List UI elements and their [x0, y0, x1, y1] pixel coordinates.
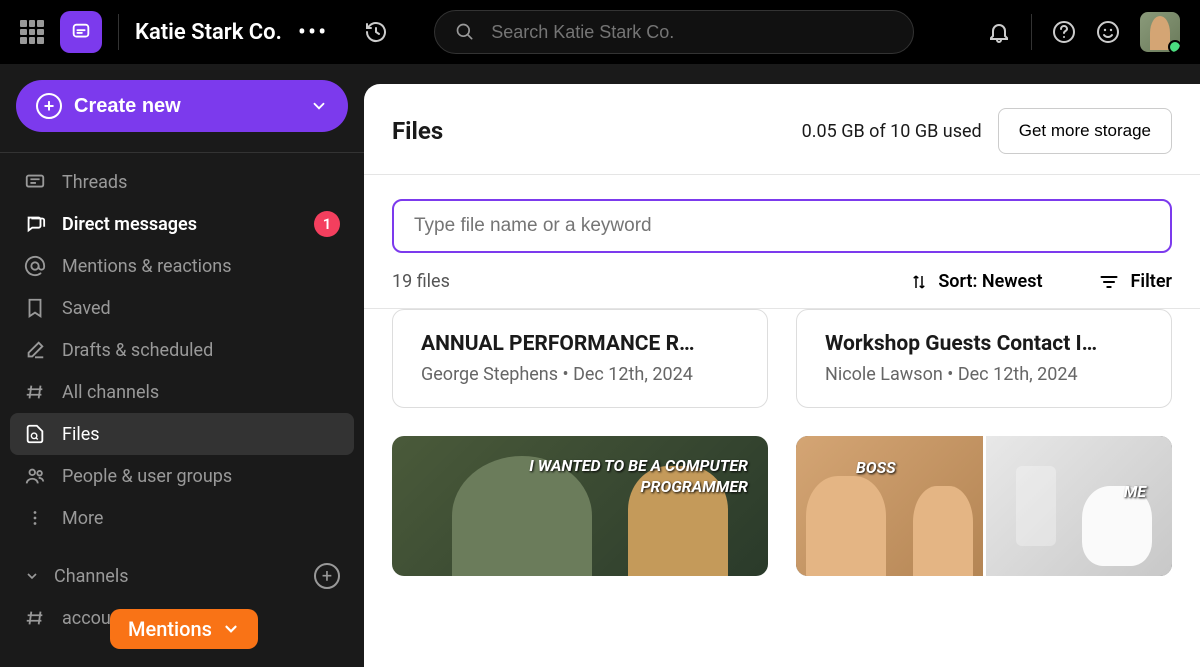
sidebar-item-drafts[interactable]: Drafts & scheduled: [0, 329, 364, 371]
chevron-down-icon: [310, 97, 328, 115]
file-title: ANNUAL PERFORMANCE R…: [421, 332, 739, 356]
more-icon: [24, 507, 46, 529]
app-logo[interactable]: [60, 11, 102, 53]
sidebar-item-more[interactable]: More: [0, 497, 364, 539]
emoji-icon[interactable]: [1096, 20, 1120, 44]
filter-label: Filter: [1131, 271, 1172, 292]
sidebar-item-files[interactable]: Files: [10, 413, 354, 455]
files-grid: ANNUAL PERFORMANCE R… George Stephens • …: [364, 309, 1200, 596]
header-divider: [118, 14, 119, 50]
global-search[interactable]: [434, 10, 914, 54]
filter-control[interactable]: Filter: [1099, 271, 1172, 292]
at-icon: [24, 255, 46, 277]
files-toolbar: 19 files Sort: Newest Filter: [364, 271, 1200, 309]
add-channel-button[interactable]: +: [314, 563, 340, 589]
file-count: 19 files: [392, 271, 450, 292]
hash-icon: [24, 607, 46, 629]
mentions-tag-label: Mentions: [128, 617, 212, 641]
sidebar-item-threads[interactable]: Threads: [0, 161, 364, 203]
sort-icon: [910, 273, 928, 291]
apps-grid-icon[interactable]: [20, 20, 44, 44]
help-icon[interactable]: [1052, 20, 1076, 44]
sidebar-item-mentions[interactable]: Mentions & reactions: [0, 245, 364, 287]
files-icon: [24, 423, 46, 445]
draft-icon: [24, 339, 46, 361]
channels-label: Channels: [54, 566, 129, 587]
sidebar-item-saved[interactable]: Saved: [0, 287, 364, 329]
file-card[interactable]: Workshop Guests Contact I… Nicole Lawson…: [796, 309, 1172, 408]
nav-label: Threads: [62, 172, 127, 193]
search-icon: [455, 22, 475, 42]
chevron-down-icon: [222, 620, 240, 638]
filter-icon: [1099, 272, 1119, 292]
file-card[interactable]: ANNUAL PERFORMANCE R… George Stephens • …: [392, 309, 768, 408]
dm-badge: 1: [314, 211, 340, 237]
nav-label: Saved: [62, 298, 111, 319]
nav-label: Direct messages: [62, 214, 197, 235]
header-divider: [1031, 14, 1032, 50]
status-indicator: [1168, 40, 1180, 52]
file-title: Workshop Guests Contact I…: [825, 332, 1143, 356]
image-label: BOSS: [856, 458, 896, 477]
file-meta: George Stephens • Dec 12th, 2024: [421, 364, 739, 385]
channels-icon: [24, 381, 46, 403]
people-icon: [24, 465, 46, 487]
file-search-input[interactable]: [414, 215, 1150, 237]
content-header: Files 0.05 GB of 10 GB used Get more sto…: [364, 84, 1200, 175]
image-label: ME: [1124, 482, 1146, 501]
threads-icon: [24, 171, 46, 193]
sort-control[interactable]: Sort: Newest: [910, 271, 1042, 292]
header-actions: [987, 12, 1180, 52]
sidebar-divider: [0, 152, 364, 153]
app-header: Katie Stark Co. •••: [0, 0, 1200, 64]
nav-label: People & user groups: [62, 466, 232, 487]
nav-label: All channels: [62, 382, 159, 403]
sort-label: Sort: Newest: [938, 271, 1042, 292]
image-file-card[interactable]: BOSS ME: [796, 436, 1172, 576]
nav-label: Files: [62, 424, 100, 445]
nav-label: Mentions & reactions: [62, 256, 232, 277]
bell-icon[interactable]: [987, 20, 1011, 44]
dm-icon: [24, 213, 46, 235]
plus-icon: +: [36, 93, 62, 119]
sidebar: + Create new Threads Direct messages 1 M…: [0, 64, 364, 667]
sidebar-item-people[interactable]: People & user groups: [0, 455, 364, 497]
file-search[interactable]: [392, 199, 1172, 253]
global-search-input[interactable]: [491, 22, 893, 43]
content-panel: Files 0.05 GB of 10 GB used Get more sto…: [364, 84, 1200, 667]
bookmark-icon: [24, 297, 46, 319]
image-caption: I WANTED TO BE A COMPUTER PROGRAMMER: [529, 456, 748, 498]
sidebar-item-direct-messages[interactable]: Direct messages 1: [0, 203, 364, 245]
nav-label: Drafts & scheduled: [62, 340, 213, 361]
workspace-name[interactable]: Katie Stark Co.: [135, 20, 282, 45]
more-dots-icon[interactable]: •••: [298, 18, 328, 46]
history-icon[interactable]: [364, 20, 388, 44]
page-title: Files: [392, 117, 443, 145]
storage-usage: 0.05 GB of 10 GB used: [802, 121, 982, 142]
sidebar-item-all-channels[interactable]: All channels: [0, 371, 364, 413]
channels-section-header[interactable]: Channels +: [0, 555, 364, 597]
mentions-tag[interactable]: Mentions: [110, 609, 258, 649]
user-avatar[interactable]: [1140, 12, 1180, 52]
nav-label: More: [62, 508, 103, 529]
create-button-label: Create new: [74, 95, 181, 118]
file-meta: Nicole Lawson • Dec 12th, 2024: [825, 364, 1143, 385]
create-new-button[interactable]: + Create new: [16, 80, 348, 132]
image-file-card[interactable]: I WANTED TO BE A COMPUTER PROGRAMMER: [392, 436, 768, 576]
chevron-down-icon: [24, 568, 40, 584]
get-storage-button[interactable]: Get more storage: [998, 108, 1172, 154]
